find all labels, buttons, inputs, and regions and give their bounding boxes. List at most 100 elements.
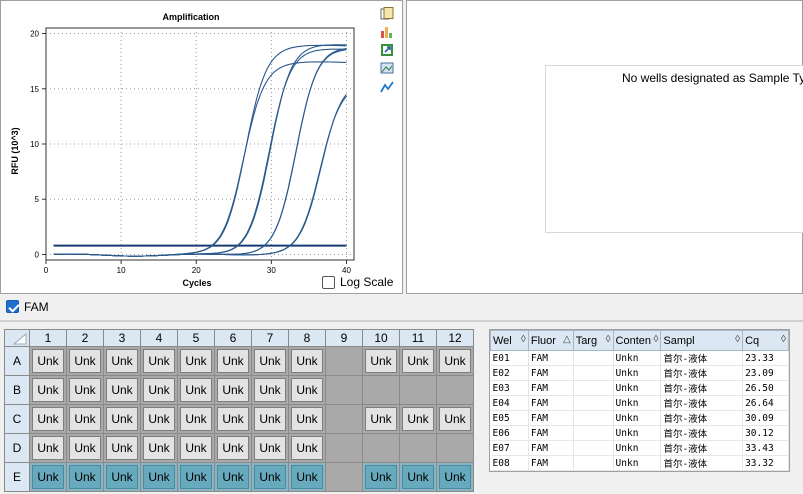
plate-well[interactable]: Unk [251,375,289,405]
plate-well[interactable]: Unk [436,462,474,492]
empty-well[interactable] [325,346,363,376]
plate-well[interactable]: Unk [399,404,437,434]
plate-well[interactable]: Unk [103,462,141,492]
plate-well[interactable]: Unk [177,433,215,463]
plate-well[interactable]: Unk [362,404,400,434]
plate-column-header[interactable]: 3 [103,329,141,347]
grid-column-header[interactable]: Cq ◊ [742,330,789,351]
sort-ascending-icon[interactable]: △ [563,334,571,345]
plate-well[interactable]: Unk [288,404,326,434]
plate-well[interactable]: Unk [214,346,252,376]
bar-chart-icon[interactable] [380,25,394,39]
plate-well[interactable]: Unk [288,433,326,463]
plate-row-header[interactable]: B [4,375,30,405]
plate-well[interactable]: Unk [399,462,437,492]
plate-well[interactable]: Unk [251,404,289,434]
plate-column-header[interactable]: 8 [288,329,326,347]
empty-well[interactable] [362,375,400,405]
empty-well[interactable] [436,433,474,463]
sort-icon[interactable]: ◊ [781,334,786,345]
plate-column-header[interactable]: 5 [177,329,215,347]
plate-well[interactable]: Unk [177,462,215,492]
plate-well[interactable]: Unk [29,375,67,405]
sort-icon[interactable]: ◊ [653,334,658,345]
plate-row-header[interactable]: E [4,462,30,492]
plate-well[interactable]: Unk [177,375,215,405]
plate-well[interactable]: Unk [288,346,326,376]
copy-icon[interactable] [380,7,394,21]
plate-well[interactable]: Unk [177,404,215,434]
plate-column-header[interactable]: 6 [214,329,252,347]
plate-well[interactable]: Unk [29,462,67,492]
plate-well[interactable]: Unk [103,404,141,434]
grid-column-header[interactable]: Wel ◊ [490,330,529,351]
empty-well[interactable] [399,433,437,463]
plate-well[interactable]: Unk [103,375,141,405]
plate-well[interactable]: Unk [66,346,104,376]
plate-well[interactable]: Unk [140,346,178,376]
plate-well[interactable]: Unk [399,346,437,376]
empty-well[interactable] [325,433,363,463]
plate-well[interactable]: Unk [288,375,326,405]
sort-icon[interactable]: ◊ [606,334,611,345]
plate-well[interactable]: Unk [362,462,400,492]
export-icon[interactable] [380,43,394,57]
plate-well[interactable]: Unk [29,404,67,434]
plate-well[interactable]: Unk [29,433,67,463]
grid-column-header[interactable]: Sampl ◊ [660,330,744,351]
plate-well[interactable]: Unk [29,346,67,376]
plate-well[interactable]: Unk [66,404,104,434]
plate-column-header[interactable]: 9 [325,329,363,347]
plate-well[interactable]: Unk [140,462,178,492]
plate-column-header[interactable]: 1 [29,329,67,347]
plate-well[interactable]: Unk [103,346,141,376]
sort-icon[interactable]: ◊ [521,334,526,345]
plate-column-header[interactable]: 10 [362,329,400,347]
empty-well[interactable] [325,375,363,405]
plate-well[interactable]: Unk [66,462,104,492]
empty-well[interactable] [362,433,400,463]
table-row[interactable]: E06 FAM Unkn 首尔-液体 30.12 [490,425,789,441]
plate-column-header[interactable]: 4 [140,329,178,347]
plate-well[interactable]: Unk [214,462,252,492]
plate-select-all[interactable] [4,329,30,347]
empty-well[interactable] [325,404,363,434]
empty-well[interactable] [436,375,474,405]
table-row[interactable]: E03 FAM Unkn 首尔-液体 26.50 [490,380,789,396]
plate-well[interactable]: Unk [214,375,252,405]
plate-column-header[interactable]: 7 [251,329,289,347]
log-scale-box[interactable] [322,276,335,289]
sort-icon[interactable]: ◊ [735,334,740,345]
splitter[interactable] [0,320,803,322]
line-trend-icon[interactable] [380,80,394,94]
fam-checkbox[interactable] [6,300,19,313]
plate-row-header[interactable]: D [4,433,30,463]
plate-well[interactable]: Unk [177,346,215,376]
plate-well[interactable]: Unk [436,404,474,434]
plate-well[interactable]: Unk [140,375,178,405]
table-row[interactable]: E05 FAM Unkn 首尔-液体 30.09 [490,410,789,426]
plate-well[interactable]: Unk [66,433,104,463]
table-row[interactable]: E01 FAM Unkn 首尔-液体 23.33 [490,350,789,366]
plate-well[interactable]: Unk [140,433,178,463]
grid-column-header[interactable]: Conten ◊ [612,330,662,351]
plate-well[interactable]: Unk [214,433,252,463]
plate-row-header[interactable]: A [4,346,30,376]
plate-well[interactable]: Unk [251,462,289,492]
plate-well[interactable]: Unk [214,404,252,434]
empty-well[interactable] [325,462,363,492]
plate-column-header[interactable]: 11 [399,329,437,347]
plate-well[interactable]: Unk [436,346,474,376]
plate-well[interactable]: Unk [103,433,141,463]
grid-column-header[interactable]: Targ ◊ [572,330,614,351]
table-row[interactable]: E04 FAM Unkn 首尔-液体 26.64 [490,395,789,411]
plate-well[interactable]: Unk [140,404,178,434]
table-row[interactable]: E08 FAM Unkn 首尔-液体 33.32 [490,455,789,471]
table-row[interactable]: E02 FAM Unkn 首尔-液体 23.09 [490,365,789,381]
plate-row-header[interactable]: C [4,404,30,434]
plate-well[interactable]: Unk [251,346,289,376]
plate-well[interactable]: Unk [362,346,400,376]
grid-column-header[interactable]: Fluor △ [527,330,574,351]
plate-well[interactable]: Unk [66,375,104,405]
empty-well[interactable] [399,375,437,405]
